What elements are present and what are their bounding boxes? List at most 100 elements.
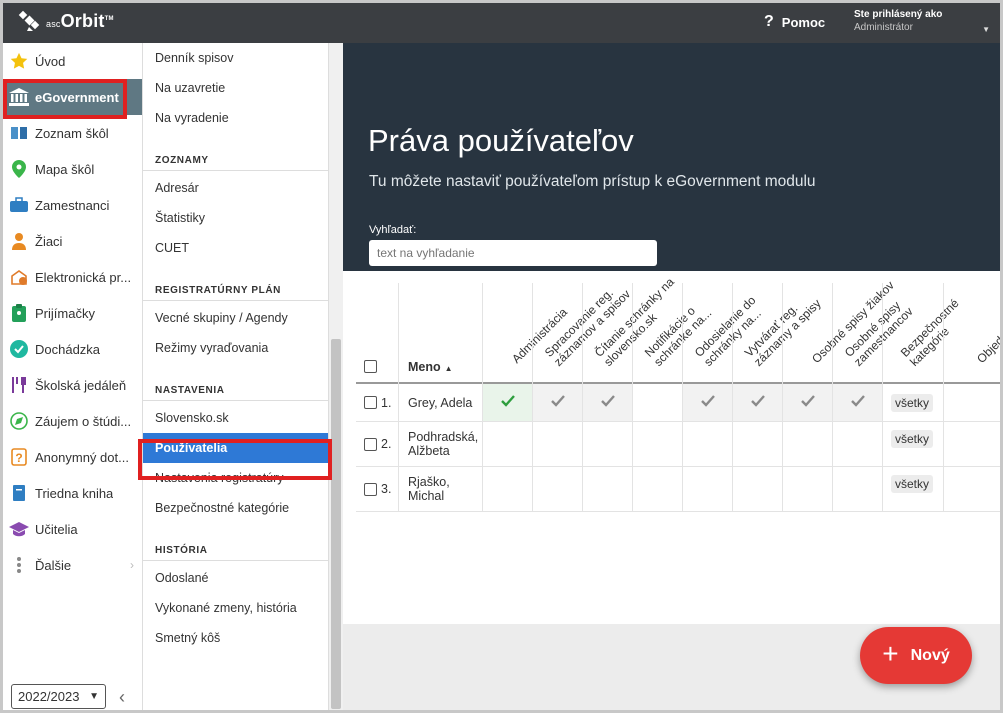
school-year-select[interactable]: 2022/2023 ▼ (11, 684, 106, 709)
submenu-item-nastavenia-registratury[interactable]: Nastavenia registratúry (143, 463, 328, 493)
sidebar-item-mapa-skol[interactable]: Mapa škôl (3, 151, 142, 187)
select-all-checkbox[interactable] (364, 360, 377, 373)
permission-cell-administracia[interactable] (482, 422, 532, 466)
permission-cell-spracovanie[interactable] (532, 422, 582, 466)
column-header-citanie[interactable]: Čítanie schránky na slovensko.sk (582, 275, 677, 384)
user-status-label: Ste prihlásený ako (854, 9, 943, 20)
user-role: Administrátor (854, 22, 913, 33)
table-header: Meno ▲ Administrácia Spracovanie reg. zázn… (356, 275, 1000, 384)
more-dots-icon (9, 555, 29, 575)
permission-cell-notifikacie[interactable] (632, 422, 682, 466)
cutlery-icon (9, 375, 29, 395)
row-checkbox[interactable] (364, 396, 377, 409)
new-user-button[interactable]: + Nový (860, 627, 972, 684)
briefcase-icon (9, 195, 29, 215)
permission-cell-objednavky[interactable] (943, 467, 1000, 511)
sidebar-item-prijimacky[interactable]: Prijímačky (3, 295, 142, 331)
row-checkbox[interactable] (364, 437, 377, 451)
column-header-vytvarat[interactable]: Vytvárať reg. záznamy a spisy (732, 283, 824, 384)
submenu-scrollbar[interactable] (329, 43, 343, 710)
permission-cell-osobne-spisy-ziakov[interactable] (782, 384, 832, 421)
submenu-item-vecne-skupiny[interactable]: Vecné skupiny / Agendy (143, 303, 328, 333)
permission-cell-odosielanie[interactable] (682, 422, 732, 466)
security-category-badge[interactable]: všetky (891, 430, 934, 448)
column-header-objednavky[interactable]: Objed (943, 283, 1000, 384)
sidebar-item-egovernment[interactable]: eGovernment (3, 79, 142, 115)
sidebar-item-anonymny-dotaznik[interactable]: ? Anonymný dot... (3, 439, 142, 475)
search-input[interactable] (369, 240, 657, 266)
column-header-spracovanie[interactable]: Spracovanie reg. záznamov a spisov (532, 283, 633, 384)
permission-cell-objednavky[interactable] (943, 384, 1000, 421)
permission-cell-vytvarat[interactable] (732, 422, 782, 466)
submenu-item-dennik-spisov[interactable]: Denník spisov (143, 43, 328, 73)
column-header-osobne-spisy-ziakov[interactable]: Osobné spisy žiakov (782, 278, 897, 384)
submenu-item-na-uzavretie[interactable]: Na uzavretie (143, 73, 328, 103)
table-row: 3. Rjaško, Michal všetky (356, 467, 1000, 512)
security-category-badge[interactable]: všetky (891, 393, 934, 412)
submenu-item-pouzivatelia[interactable]: Používatelia (143, 433, 328, 463)
column-header-odosielanie[interactable]: Odosielanie do schránky na... (682, 283, 764, 384)
permission-cell-osobne-spisy-zamestnancov[interactable] (832, 467, 882, 511)
collapse-sidebar-icon[interactable]: ‹ (119, 687, 125, 708)
submenu-item-smetny-kos[interactable]: Smetný kôš (143, 623, 328, 653)
permission-cell-administracia[interactable] (482, 384, 532, 421)
permission-cell-citanie[interactable] (582, 384, 632, 421)
chevron-right-icon: › (130, 558, 134, 572)
sidebar-item-zamestnanci[interactable]: Zamestnanci (3, 187, 142, 223)
compass-icon (9, 411, 29, 431)
permission-cell-spracovanie[interactable] (532, 467, 582, 511)
submenu-item-statistiky[interactable]: Štatistiky (143, 203, 328, 233)
submenu-item-slovensko-sk[interactable]: Slovensko.sk (143, 403, 328, 433)
page-subtitle: Tu môžete nastaviť používateľom prístup … (369, 173, 816, 190)
submenu-item-odoslane[interactable]: Odoslané (143, 563, 328, 593)
sidebar-item-dalsie[interactable]: Ďalšie › (3, 547, 142, 583)
column-header-notifikacie[interactable]: Notifikácie o schránke na... (632, 283, 714, 384)
logo-text: Orbit (60, 10, 105, 31)
sidebar-item-skolska-jedalen[interactable]: Školská jedáleň (3, 367, 142, 403)
submenu-section-nastavenia: NASTAVENIA (143, 375, 328, 401)
permission-cell-odosielanie[interactable] (682, 467, 732, 511)
sidebar-item-triedna-kniha[interactable]: Triedna kniha (3, 475, 142, 511)
egovernment-submenu: Denník spisov Na uzavretie Na vyradenie … (143, 43, 329, 710)
column-header-administracia[interactable]: Administrácia (482, 283, 570, 384)
permission-cell-odosielanie[interactable] (682, 384, 732, 421)
permission-cell-citanie[interactable] (582, 467, 632, 511)
sidebar-item-dochadzka[interactable]: Dochádzka (3, 331, 142, 367)
permission-cell-vytvarat[interactable] (732, 467, 782, 511)
submenu-item-vykonane-zmeny[interactable]: Vykonané zmeny, história (143, 593, 328, 623)
permission-cell-osobne-spisy-ziakov[interactable] (782, 467, 832, 511)
scrollbar-thumb[interactable] (331, 339, 341, 709)
column-header-meno-label: Meno (408, 360, 441, 374)
submenu-item-adresar[interactable]: Adresár (143, 173, 328, 203)
help-button[interactable]: ? Pomoc (764, 13, 825, 31)
sidebar-item-ziaci[interactable]: Žiaci (3, 223, 142, 259)
column-header-bezpecnostne-kategorie[interactable]: Bezpečnostné kategórie (882, 283, 962, 384)
user-name-line1: Podhradská, (408, 430, 479, 444)
sidebar-item-ucitelia[interactable]: Učitelia (3, 511, 142, 547)
submenu-item-rezimy-vyradovania[interactable]: Režimy vyraďovania (143, 333, 328, 363)
column-header-osobne-spisy-zamestnancov[interactable]: Osobné spisy zamestnancov (832, 283, 916, 384)
column-header-label: Objed (974, 333, 1003, 366)
permission-cell-osobne-spisy-ziakov[interactable] (782, 422, 832, 466)
permission-cell-administracia[interactable] (482, 467, 532, 511)
submenu-item-na-vyradenie[interactable]: Na vyradenie (143, 103, 328, 133)
sidebar-item-elektronicka-prihlaska[interactable]: Elektronická pr... (3, 259, 142, 295)
sidebar-item-uvod[interactable]: Úvod (3, 43, 142, 79)
sidebar-item-zaujem-o-studium[interactable]: Záujem o štúdi... (3, 403, 142, 439)
permission-cell-vytvarat[interactable] (732, 384, 782, 421)
submenu-item-cuet[interactable]: CUET (143, 233, 328, 263)
security-category-badge[interactable]: všetky (891, 475, 934, 493)
sidebar-item-zoznam-skol[interactable]: Zoznam škôl (3, 115, 142, 151)
permission-cell-osobne-spisy-zamestnancov[interactable] (832, 422, 882, 466)
column-header-meno[interactable]: Meno ▲ (398, 283, 482, 384)
permission-cell-notifikacie[interactable] (632, 384, 682, 421)
permission-cell-spracovanie[interactable] (532, 384, 582, 421)
permission-cell-notifikacie[interactable] (632, 467, 682, 511)
submenu-item-bezpecnostne-kategorie[interactable]: Bezpečnostné kategórie (143, 493, 328, 523)
permission-cell-osobne-spisy-zamestnancov[interactable] (832, 384, 882, 421)
user-menu[interactable]: Ste prihlásený ako Administrátor ▼ (854, 9, 990, 34)
asc-orbit-logo[interactable]: ascOrbitTM (17, 9, 114, 33)
row-checkbox[interactable] (364, 482, 377, 496)
permission-cell-objednavky[interactable] (943, 422, 1000, 466)
permission-cell-citanie[interactable] (582, 422, 632, 466)
